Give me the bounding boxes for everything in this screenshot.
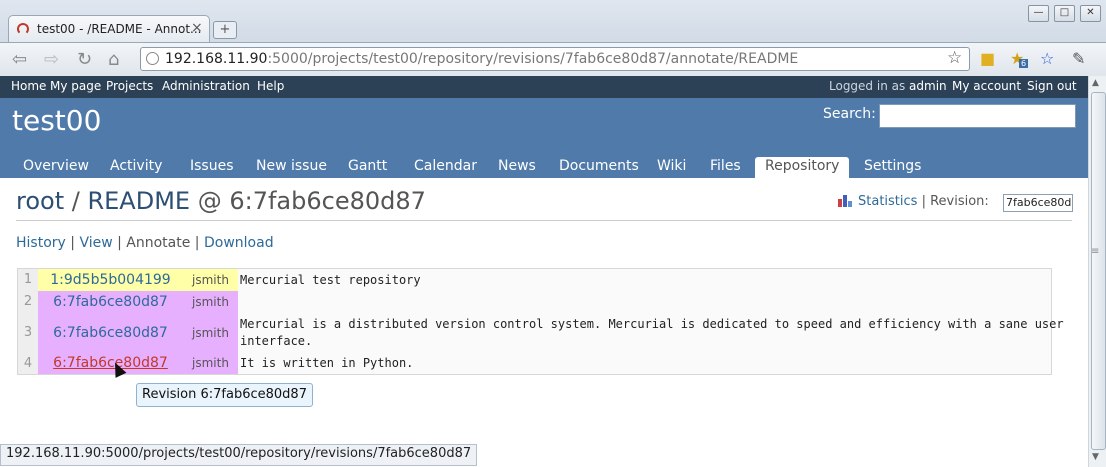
revision-label: Revision:	[930, 194, 989, 209]
tab-issues[interactable]: Issues	[180, 157, 244, 178]
annotate-current: Annotate	[126, 235, 191, 251]
table-row-code: It is written in Python.	[240, 356, 414, 370]
scrollbar-grip-icon: ≡	[1091, 246, 1100, 257]
revision-link[interactable]: 6:7fab6ce80d87	[53, 325, 168, 341]
status-bar: 192.168.11.90:5000/projects/test00/repos…	[0, 444, 477, 466]
tab-calendar[interactable]: Calendar	[404, 157, 487, 178]
url-text[interactable]: 192.168.11.90:5000/projects/test00/repos…	[165, 51, 798, 67]
extension-badge: 6	[1019, 59, 1029, 68]
table-row-author: jsmith	[183, 269, 238, 291]
logged-in-text: Logged in as admin	[829, 79, 947, 93]
bookmarks-star-icon[interactable]: ☆	[1040, 49, 1054, 68]
url-path: :5000/projects/test00/repository/revisio…	[267, 51, 799, 67]
download-link[interactable]: Download	[204, 235, 274, 251]
line-number: 1	[18, 269, 38, 291]
browser-tab[interactable]: test00 - /README - Annot... ×	[8, 15, 210, 44]
line-number: 2	[18, 291, 38, 313]
new-tab-button[interactable]: +	[213, 21, 237, 39]
folder-icon[interactable]: ■	[980, 49, 995, 68]
tab-close-icon[interactable]: ×	[191, 20, 203, 36]
table-row-code: Mercurial test repository	[240, 273, 421, 287]
home-icon[interactable]: ⌂	[108, 49, 119, 70]
table-row-author: jsmith	[183, 291, 238, 313]
tab-new-issue[interactable]: New issue	[246, 157, 337, 178]
top-menu-my-page[interactable]: My page	[50, 79, 101, 93]
history-link[interactable]: History	[16, 235, 66, 251]
breadcrumb-separator: /	[64, 187, 88, 215]
reload-icon[interactable]: ↻	[77, 49, 92, 70]
table-row-revision: 6:7fab6ce80d87	[38, 291, 183, 313]
tab-gantt[interactable]: Gantt	[338, 157, 397, 178]
tab-wiki[interactable]: Wiki	[647, 157, 696, 178]
links-separator: |	[190, 235, 204, 251]
vertical-scrollbar[interactable]: ▲ ≡ ▼	[1088, 76, 1106, 467]
browser-toolbar: ⇦ ⇨ ↻ ⌂ 192.168.11.90:5000/projects/test…	[0, 42, 1106, 77]
scroll-down-icon[interactable]: ▼	[1092, 452, 1099, 462]
browser-chrome: test00 - /README - Annot... × + — □ ✕ ⇦ …	[0, 0, 1106, 77]
heading-revision: @ 6:7fab6ce80d87	[190, 187, 426, 215]
statistics-chart-icon	[838, 195, 852, 207]
extension-star-icon[interactable]: ★ 6	[1010, 49, 1029, 68]
top-menu-help[interactable]: Help	[257, 79, 284, 93]
minimize-button[interactable]: —	[1028, 5, 1049, 22]
tab-activity[interactable]: Activity	[100, 157, 172, 178]
page-info-icon[interactable]	[146, 52, 159, 65]
logged-in-prefix: Logged in as	[829, 79, 910, 93]
top-menu: Home My page Projects Administration Hel…	[0, 76, 1088, 98]
tab-news[interactable]: News	[488, 157, 546, 178]
forward-icon[interactable]: ⇨	[44, 49, 59, 70]
wrench-icon[interactable]: ✎	[1072, 49, 1085, 68]
tab-repository[interactable]: Repository	[755, 157, 850, 178]
redmine-favicon-icon	[17, 23, 29, 35]
divider	[16, 220, 1072, 221]
tab-documents[interactable]: Documents	[549, 157, 649, 178]
address-bar[interactable]: 192.168.11.90:5000/projects/test00/repos…	[140, 47, 970, 71]
tab-title: test00 - /README - Annot...	[37, 22, 202, 36]
line-number: 4	[18, 353, 38, 374]
search-label: Search:	[823, 106, 876, 122]
top-menu-home[interactable]: Home	[11, 79, 46, 93]
line-number: 3	[18, 313, 38, 353]
statistics-link[interactable]: Statistics	[858, 194, 917, 209]
table-row-code: Mercurial is a distributed version contr…	[240, 317, 1064, 348]
back-icon[interactable]: ⇦	[12, 49, 27, 70]
annotate-table: 1 1:9d5b5b004199 jsmith Mercurial test r…	[17, 268, 1064, 375]
view-link[interactable]: View	[79, 235, 112, 251]
my-account-link[interactable]: My account	[952, 79, 1021, 93]
tab-files[interactable]: Files	[700, 157, 751, 178]
sign-out-link[interactable]: Sign out	[1027, 79, 1077, 93]
scroll-up-icon[interactable]: ▲	[1092, 78, 1099, 88]
statistics-area: Statistics | Revision:	[837, 193, 989, 209]
table-row-revision: 6:7fab6ce80d87	[38, 313, 183, 353]
search-input[interactable]	[879, 104, 1076, 128]
revision-tooltip: Revision 6:7fab6ce80d87	[136, 383, 313, 407]
breadcrumb-file-link[interactable]: README	[87, 187, 190, 215]
url-host: 192.168.11.90	[165, 51, 268, 67]
scrollbar-thumb[interactable]	[1091, 92, 1106, 450]
page-title: root / README @ 6:7fab6ce80d87	[16, 187, 426, 215]
table-row-author: jsmith	[183, 353, 238, 374]
table-row-revision: 1:9d5b5b004199	[38, 269, 183, 291]
file-actions: History | View | Annotate | Download	[16, 235, 274, 251]
logged-in-user[interactable]: admin	[909, 79, 947, 93]
table-row-author: jsmith	[183, 313, 238, 353]
top-menu-projects[interactable]: Projects	[106, 79, 153, 93]
bookmark-star-icon[interactable]: ☆	[947, 48, 962, 68]
maximize-button[interactable]: □	[1054, 5, 1075, 22]
breadcrumb-root-link[interactable]: root	[16, 187, 64, 215]
revision-input[interactable]: 7fab6ce80d	[1003, 194, 1073, 212]
top-menu-administration[interactable]: Administration	[162, 79, 250, 93]
revision-link[interactable]: 1:9d5b5b004199	[50, 272, 170, 288]
links-separator: |	[65, 235, 80, 251]
revision-link[interactable]: 6:7fab6ce80d87	[53, 294, 168, 310]
tab-overview[interactable]: Overview	[13, 157, 99, 178]
links-separator: |	[112, 235, 127, 251]
close-window-button[interactable]: ✕	[1080, 5, 1101, 22]
tab-settings[interactable]: Settings	[854, 157, 931, 178]
project-title: test00	[12, 104, 102, 137]
